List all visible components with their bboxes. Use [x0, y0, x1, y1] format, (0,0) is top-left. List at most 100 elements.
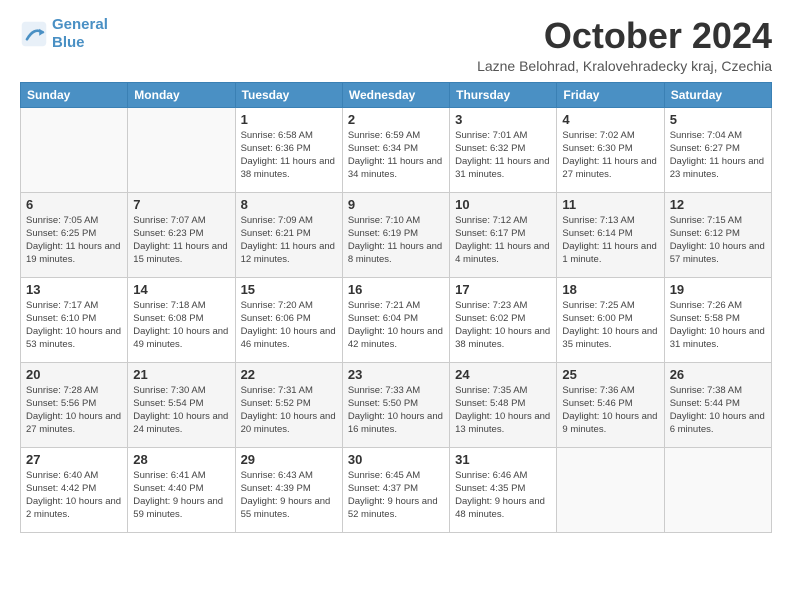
day-number: 17 [455, 282, 551, 297]
day-cell: 10Sunrise: 7:12 AM Sunset: 6:17 PM Dayli… [450, 192, 557, 277]
month-title: October 2024 [477, 16, 772, 56]
header-cell-sunday: Sunday [21, 82, 128, 107]
day-detail: Sunrise: 6:59 AM Sunset: 6:34 PM Dayligh… [348, 129, 444, 182]
logo-icon [20, 20, 48, 48]
day-detail: Sunrise: 7:17 AM Sunset: 6:10 PM Dayligh… [26, 299, 122, 352]
header-cell-saturday: Saturday [664, 82, 771, 107]
day-number: 30 [348, 452, 444, 467]
day-cell: 7 Sunrise: 7:07 AM Sunset: 6:23 PM Daylig… [128, 192, 235, 277]
day-cell: 24 Sunrise: 7:35 AM Sunset: 5:48 PM Dayli… [450, 362, 557, 447]
day-detail: Sunrise: 6:40 AM Sunset: 4:42 PM Dayligh… [26, 469, 122, 522]
day-detail: Sunrise: 7:28 AM Sunset: 5:56 PM Dayligh… [26, 384, 122, 437]
day-cell: 28 Sunrise: 6:41 AM Sunset: 4:40 PM Dayli… [128, 447, 235, 532]
logo-line1: General [52, 16, 108, 33]
day-cell: 17Sunrise: 7:23 AM Sunset: 6:02 PM Dayli… [450, 277, 557, 362]
day-number: 28 [133, 452, 229, 467]
day-cell [557, 447, 664, 532]
day-number: 2 [348, 112, 444, 127]
day-detail: Sunrise: 7:26 AM Sunset: 5:58 PM Dayligh… [670, 299, 766, 352]
day-number: 12 [670, 197, 766, 212]
header-row: SundayMondayTuesdayWednesdayThursdayFrid… [21, 82, 772, 107]
logo: General Blue [20, 16, 108, 52]
day-number: 21 [133, 367, 229, 382]
week-row-5: 27 Sunrise: 6:40 AM Sunset: 4:42 PM Dayli… [21, 447, 772, 532]
day-cell: 1 Sunrise: 6:58 AM Sunset: 6:36 PM Daylig… [235, 107, 342, 192]
day-detail: Sunrise: 6:58 AM Sunset: 6:36 PM Dayligh… [241, 129, 337, 182]
day-detail: Sunrise: 7:04 AM Sunset: 6:27 PM Dayligh… [670, 129, 766, 182]
header-cell-wednesday: Wednesday [342, 82, 449, 107]
day-cell: 23 Sunrise: 7:33 AM Sunset: 5:50 PM Dayli… [342, 362, 449, 447]
day-number: 11 [562, 197, 658, 212]
day-cell [664, 447, 771, 532]
day-cell: 31 Sunrise: 6:46 AM Sunset: 4:35 PM Dayli… [450, 447, 557, 532]
day-number: 15 [241, 282, 337, 297]
day-number: 29 [241, 452, 337, 467]
day-number: 23 [348, 367, 444, 382]
day-cell: 11 Sunrise: 7:13 AM Sunset: 6:14 PM Dayli… [557, 192, 664, 277]
day-cell: 16 Sunrise: 7:21 AM Sunset: 6:04 PM Dayli… [342, 277, 449, 362]
day-number: 20 [26, 367, 122, 382]
day-cell: 19 Sunrise: 7:26 AM Sunset: 5:58 PM Dayli… [664, 277, 771, 362]
day-number: 24 [455, 367, 551, 382]
day-number: 5 [670, 112, 766, 127]
day-number: 6 [26, 197, 122, 212]
day-cell: 27 Sunrise: 6:40 AM Sunset: 4:42 PM Dayli… [21, 447, 128, 532]
day-number: 31 [455, 452, 551, 467]
day-cell: 4Sunrise: 7:02 AM Sunset: 6:30 PM Daylig… [557, 107, 664, 192]
day-number: 19 [670, 282, 766, 297]
day-cell: 6Sunrise: 7:05 AM Sunset: 6:25 PM Daylig… [21, 192, 128, 277]
day-number: 13 [26, 282, 122, 297]
day-cell: 8 Sunrise: 7:09 AM Sunset: 6:21 PM Daylig… [235, 192, 342, 277]
day-cell [21, 107, 128, 192]
day-number: 16 [348, 282, 444, 297]
calendar-body: 1 Sunrise: 6:58 AM Sunset: 6:36 PM Daylig… [21, 107, 772, 532]
day-cell: 14 Sunrise: 7:18 AM Sunset: 6:08 PM Dayli… [128, 277, 235, 362]
calendar-table: SundayMondayTuesdayWednesdayThursdayFrid… [20, 82, 772, 533]
day-detail: Sunrise: 6:45 AM Sunset: 4:37 PM Dayligh… [348, 469, 444, 522]
day-number: 25 [562, 367, 658, 382]
day-number: 18 [562, 282, 658, 297]
day-cell: 3Sunrise: 7:01 AM Sunset: 6:32 PM Daylig… [450, 107, 557, 192]
day-cell: 26Sunrise: 7:38 AM Sunset: 5:44 PM Dayli… [664, 362, 771, 447]
day-cell: 2 Sunrise: 6:59 AM Sunset: 6:34 PM Daylig… [342, 107, 449, 192]
day-cell: 25 Sunrise: 7:36 AM Sunset: 5:46 PM Dayli… [557, 362, 664, 447]
header-cell-thursday: Thursday [450, 82, 557, 107]
day-detail: Sunrise: 6:46 AM Sunset: 4:35 PM Dayligh… [455, 469, 551, 522]
day-cell: 5 Sunrise: 7:04 AM Sunset: 6:27 PM Daylig… [664, 107, 771, 192]
day-cell: 15 Sunrise: 7:20 AM Sunset: 6:06 PM Dayli… [235, 277, 342, 362]
day-number: 7 [133, 197, 229, 212]
day-number: 10 [455, 197, 551, 212]
logo-text: General Blue [52, 16, 108, 52]
day-cell: 12 Sunrise: 7:15 AM Sunset: 6:12 PM Dayli… [664, 192, 771, 277]
day-cell: 20 Sunrise: 7:28 AM Sunset: 5:56 PM Dayli… [21, 362, 128, 447]
day-number: 27 [26, 452, 122, 467]
header-cell-tuesday: Tuesday [235, 82, 342, 107]
day-detail: Sunrise: 7:18 AM Sunset: 6:08 PM Dayligh… [133, 299, 229, 352]
day-detail: Sunrise: 7:13 AM Sunset: 6:14 PM Dayligh… [562, 214, 658, 267]
day-detail: Sunrise: 7:07 AM Sunset: 6:23 PM Dayligh… [133, 214, 229, 267]
day-number: 14 [133, 282, 229, 297]
day-cell: 13 Sunrise: 7:17 AM Sunset: 6:10 PM Dayli… [21, 277, 128, 362]
header-cell-friday: Friday [557, 82, 664, 107]
day-detail: Sunrise: 7:35 AM Sunset: 5:48 PM Dayligh… [455, 384, 551, 437]
day-detail: Sunrise: 7:21 AM Sunset: 6:04 PM Dayligh… [348, 299, 444, 352]
day-detail: Sunrise: 7:09 AM Sunset: 6:21 PM Dayligh… [241, 214, 337, 267]
day-detail: Sunrise: 6:41 AM Sunset: 4:40 PM Dayligh… [133, 469, 229, 522]
day-detail: Sunrise: 7:33 AM Sunset: 5:50 PM Dayligh… [348, 384, 444, 437]
subtitle: Lazne Belohrad, Kralovehradecky kraj, Cz… [477, 58, 772, 74]
day-detail: Sunrise: 7:01 AM Sunset: 6:32 PM Dayligh… [455, 129, 551, 182]
day-number: 26 [670, 367, 766, 382]
day-number: 9 [348, 197, 444, 212]
day-detail: Sunrise: 7:25 AM Sunset: 6:00 PM Dayligh… [562, 299, 658, 352]
day-cell [128, 107, 235, 192]
day-detail: Sunrise: 7:31 AM Sunset: 5:52 PM Dayligh… [241, 384, 337, 437]
calendar-header: SundayMondayTuesdayWednesdayThursdayFrid… [21, 82, 772, 107]
day-number: 4 [562, 112, 658, 127]
day-detail: Sunrise: 7:36 AM Sunset: 5:46 PM Dayligh… [562, 384, 658, 437]
header-cell-monday: Monday [128, 82, 235, 107]
day-detail: Sunrise: 7:30 AM Sunset: 5:54 PM Dayligh… [133, 384, 229, 437]
day-number: 1 [241, 112, 337, 127]
day-detail: Sunrise: 7:20 AM Sunset: 6:06 PM Dayligh… [241, 299, 337, 352]
day-number: 8 [241, 197, 337, 212]
day-detail: Sunrise: 7:15 AM Sunset: 6:12 PM Dayligh… [670, 214, 766, 267]
